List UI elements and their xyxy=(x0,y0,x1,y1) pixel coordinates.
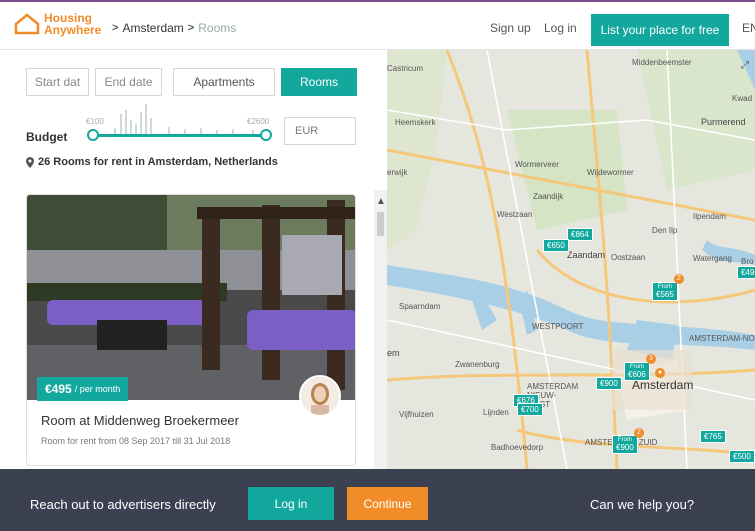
map-place-label: Bro xyxy=(741,257,754,266)
chevron-up-icon[interactable]: ▲ xyxy=(376,196,386,207)
fullscreen-icon[interactable]: ⤢ xyxy=(741,60,749,71)
map-price-marker[interactable]: €650 xyxy=(543,239,569,252)
language-selector[interactable]: EN xyxy=(742,21,755,35)
scroll-thumb[interactable] xyxy=(377,212,384,236)
person-icon xyxy=(301,377,339,415)
map-place-label: Purmerend xyxy=(701,117,746,127)
logo-text: Housing Anywhere xyxy=(44,11,102,37)
map-place-label: Wijdewormer xyxy=(587,168,634,177)
top-header: Housing Anywhere > Amsterdam > Rooms Sig… xyxy=(0,0,755,50)
budget-max-label: €2600 xyxy=(247,117,270,126)
map-place-label: Zwanenburg xyxy=(455,360,500,369)
map-place-label: Castricum xyxy=(387,64,424,73)
listing-dates: Room for rent from 08 Sep 2017 till 31 J… xyxy=(41,436,231,446)
listing-card[interactable]: €495/ per month Room at Middenweg Broeke… xyxy=(26,194,356,466)
budget-label: Budget xyxy=(26,130,68,144)
map-place-label: Lijnden xyxy=(483,408,509,417)
breadcrumb-city[interactable]: Amsterdam xyxy=(122,21,183,35)
currency-select[interactable]: EUR xyxy=(284,117,356,145)
banner-continue-button[interactable]: Continue xyxy=(347,487,428,520)
price-histogram xyxy=(112,104,262,134)
budget-max-handle[interactable] xyxy=(260,129,272,141)
map-place-label: Watergang xyxy=(693,254,732,263)
listing-photo[interactable] xyxy=(27,195,356,400)
map-place-label: Zaandijk xyxy=(533,192,564,201)
map-cluster-count[interactable]: 2 xyxy=(674,274,684,284)
map-place-label: AMSTERDAM-NOORD xyxy=(689,334,755,343)
map-price-marker[interactable]: €864 xyxy=(567,228,593,241)
map-price-marker[interactable]: €900 xyxy=(596,377,622,390)
map-place-label: Middenbeemster xyxy=(632,58,692,67)
results-count: 26 Rooms for rent in Amsterdam, Netherla… xyxy=(26,156,278,168)
banner-login-button[interactable]: Log in xyxy=(248,487,334,520)
breadcrumb: > Amsterdam > Rooms xyxy=(112,21,236,35)
results-panel: Start dat End date Apartments Rooms Budg… xyxy=(0,50,387,469)
budget-min-label: €100 xyxy=(86,117,104,126)
map-place-label: WESTPOORT xyxy=(532,322,584,331)
contact-banner: Reach out to advertisers directly Log in… xyxy=(0,469,755,531)
apartments-filter-button[interactable]: Apartments xyxy=(173,68,275,96)
chevron-right-icon: > xyxy=(187,22,195,34)
map-place-label: Kwad xyxy=(732,94,753,103)
map-place-label: Badhoevedorp xyxy=(491,443,544,452)
map-place-label: Oostzaan xyxy=(611,253,646,262)
list-place-button[interactable]: List your place for free xyxy=(591,14,729,46)
chevron-right-icon: > xyxy=(112,22,119,34)
map-price-marker[interactable]: From €900 xyxy=(612,435,638,454)
map-place-label: Ilpendam xyxy=(693,212,726,221)
map-price-marker[interactable]: From €565 xyxy=(652,282,678,301)
signup-link[interactable]: Sign up xyxy=(490,21,531,35)
map-place-label: Zaandam xyxy=(567,250,606,260)
breadcrumb-current: Rooms xyxy=(198,21,237,35)
map-view[interactable]: Castricum Middenbeemster Kwad Heemskerk … xyxy=(387,50,755,469)
map-place-label: Spaarndam xyxy=(399,302,441,311)
map-cluster-count[interactable]: 3 xyxy=(646,354,656,364)
budget-slider-track[interactable] xyxy=(92,134,268,137)
map-place-label: em xyxy=(387,348,400,358)
map-price-marker[interactable]: €700 xyxy=(517,403,543,416)
map-place-label: Wormerveer xyxy=(515,160,559,169)
listing-title[interactable]: Room at Middenweg Broekermeer xyxy=(41,413,239,428)
end-date-input[interactable]: End date xyxy=(95,68,162,96)
map-price-marker[interactable]: From €606 xyxy=(624,362,650,381)
help-link[interactable]: Can we help you? xyxy=(590,497,694,512)
map-place-label: erwijk xyxy=(387,168,408,177)
login-link[interactable]: Log in xyxy=(544,21,577,35)
map-place-label: Heemskerk xyxy=(395,118,436,127)
logo[interactable]: Housing Anywhere xyxy=(14,12,101,36)
map-place-label: Den Ilp xyxy=(652,226,678,235)
map-cluster-count[interactable]: 2 xyxy=(634,428,644,438)
results-scrollbar[interactable]: ▲ xyxy=(374,190,387,469)
map-place-label: Vijfhuizen xyxy=(399,410,434,419)
map-place-label: Westzaan xyxy=(497,210,533,219)
banner-text: Reach out to advertisers directly xyxy=(30,497,216,512)
price-badge: €495/ per month xyxy=(37,377,129,401)
map-price-marker[interactable]: €500 xyxy=(729,450,755,463)
map-price-marker[interactable]: €495 xyxy=(737,266,755,279)
house-logo-icon xyxy=(14,13,40,35)
budget-min-handle[interactable] xyxy=(87,129,99,141)
location-pin-icon xyxy=(26,156,34,168)
map-home-marker-icon[interactable]: ● xyxy=(655,368,665,378)
map-price-marker[interactable]: €765 xyxy=(700,430,726,443)
start-date-input[interactable]: Start dat xyxy=(26,68,89,96)
advertiser-avatar[interactable] xyxy=(299,375,341,417)
rooms-filter-button[interactable]: Rooms xyxy=(281,68,357,96)
